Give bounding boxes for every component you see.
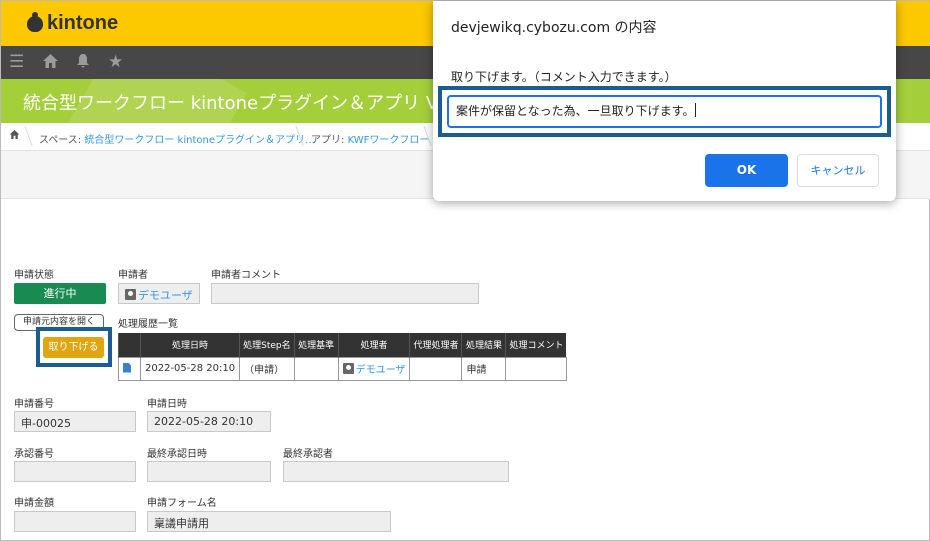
application-date-field: 2022-05-28 20:10 [147,411,271,432]
application-number-field: 申-00025 [14,411,136,432]
history-comment [505,356,567,381]
breadcrumb-space-link[interactable]: 統合型ワークフロー kintoneプラグイン＆アプリ… [84,135,315,146]
history-detail-cell[interactable] [118,356,141,381]
ok-button[interactable]: OK [705,154,788,187]
form-name-field: 稟議申請用 [147,511,391,532]
document-icon[interactable] [123,362,131,373]
applicant-user-link[interactable]: デモユーザ [138,289,193,302]
history-datetime: 2022-05-28 20:10 [139,356,241,381]
last-approval-date-label: 最終承認日時 [147,449,207,460]
breadcrumb-space: スペース: 統合型ワークフロー kintoneプラグイン＆アプリ… [39,135,315,146]
dialog-title: devjewikq.cybozu.com の内容 [451,20,657,36]
status-label: 申請状態 [14,270,54,281]
cancel-button[interactable]: キャンセル [797,154,879,187]
application-amount-field [14,511,136,532]
text-caret [695,103,697,117]
history-col-datetime: 処理日時 [139,333,240,357]
breadcrumb-app: アプリ: KWFワークフロー [311,135,430,146]
history-table: 処理日時 処理Step名 処理基準 処理者 代理処理者 処理結果 処理コメント … [118,333,567,381]
applicant-comment-label: 申請者コメント [211,270,281,281]
history-col-comment: 処理コメント [505,333,567,357]
favorites-star-icon[interactable]: ★ [108,53,123,71]
table-row: 2022-05-28 20:10 （申請） デモユーザ 申請 [118,356,567,381]
dialog-comment-input[interactable]: 案件が保留となった為、一旦取り下げます。 [447,95,882,128]
app-title: 統合型ワークフロー kintoneプラグイン＆アプリ V1R8 [23,93,474,114]
logo-text: kintone [47,12,119,34]
last-approver-field [283,461,509,482]
dialog-message: 取り下げます。（コメント入力できます。） [451,70,677,84]
history-step: （申請） [239,356,295,381]
history-label: 処理履歴一覧 [118,319,178,330]
home-icon[interactable] [42,53,59,73]
prompt-dialog: devjewikq.cybozu.com の内容 取り下げます。（コメント入力で… [433,1,896,201]
applicant-field: デモユーザ [118,283,200,304]
applicant-comment-field [211,283,479,304]
user-icon [125,289,136,300]
history-col-basis: 処理基準 [293,333,339,357]
withdraw-button[interactable]: 取り下げる [43,337,104,358]
application-amount-label: 申請金額 [14,498,54,509]
history-basis [293,356,339,381]
history-result: 申請 [461,356,507,381]
history-col-processor: 処理者 [337,333,410,357]
history-processor: デモユーザ [337,356,411,381]
approval-number-label: 承認番号 [14,449,54,460]
last-approver-label: 最終承認者 [283,449,333,460]
dialog-input-value: 案件が保留となった為、一旦取り下げます。 [456,104,695,118]
history-processor-link[interactable]: デモユーザ [356,365,406,376]
history-proxy [409,356,463,381]
cybozu-logo-icon [27,11,43,32]
notification-bell-icon[interactable] [75,53,91,73]
approval-number-field [14,461,136,482]
status-badge: 進行中 [14,283,106,304]
history-col-icon [118,333,141,357]
applicant-label: 申請者 [118,270,148,281]
menu-icon[interactable]: ☰ [9,53,24,71]
history-header-row: 処理日時 処理Step名 処理基準 処理者 代理処理者 処理結果 処理コメント [118,333,567,357]
last-approval-date-field [147,461,271,482]
form-name-label: 申請フォーム名 [147,498,217,509]
kintone-logo[interactable]: kintone [27,11,119,35]
history-col-result: 処理結果 [461,333,506,357]
breadcrumb-separator [13,126,33,146]
history-col-proxy: 代理処理者 [409,333,462,357]
user-icon [342,363,354,374]
application-number-label: 申請番号 [14,399,54,410]
history-col-step: 処理Step名 [239,333,295,357]
application-date-label: 申請日時 [147,399,187,410]
